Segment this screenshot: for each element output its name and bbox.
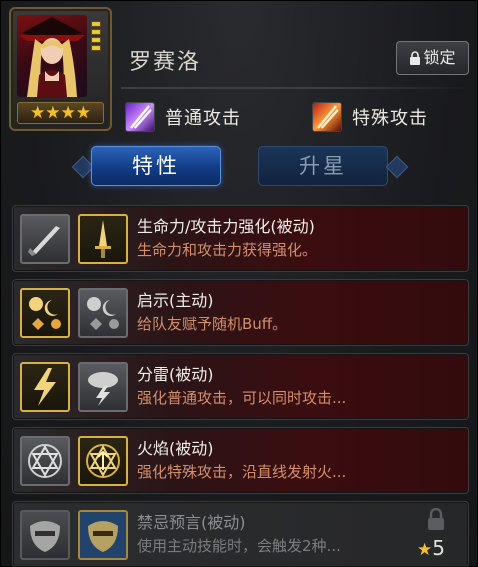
lightning-icon bbox=[20, 362, 70, 412]
trait-description: 给队友赋予随机Buff。 bbox=[137, 315, 288, 333]
fire-slash-icon bbox=[312, 102, 342, 132]
trait-row[interactable]: 启示(主动) 给队友赋予随机Buff。 bbox=[12, 279, 469, 346]
hero-portrait-frame[interactable]: ★★★★ bbox=[9, 7, 112, 131]
mask-icon bbox=[20, 510, 70, 560]
sword-icon bbox=[20, 214, 70, 264]
trait-title: 启示(主动) bbox=[137, 291, 214, 310]
lock-button[interactable]: 锁定 bbox=[396, 41, 469, 75]
trait-title: 生命力/攻击力强化(被动) bbox=[137, 217, 315, 236]
hexagram-icon bbox=[20, 436, 70, 486]
lock-button-label: 锁定 bbox=[423, 48, 456, 67]
trait-title: 火焰(被动) bbox=[137, 439, 214, 458]
lock-icon bbox=[428, 508, 444, 530]
trait-description: 生命力和攻击力获得强化。 bbox=[137, 241, 318, 259]
moon-sun-icon bbox=[20, 288, 70, 338]
unlock-requirement: ★5 bbox=[417, 536, 445, 560]
required-star-count: 5 bbox=[432, 536, 445, 560]
trait-title: 分雷(被动) bbox=[137, 365, 214, 384]
special-attack[interactable]: 特殊攻击 bbox=[312, 101, 428, 133]
trait-row-locked[interactable]: 禁忌预言(被动) 使用主动技能时，会触发2种... ★5 bbox=[12, 501, 469, 567]
hero-portrait bbox=[17, 15, 87, 97]
tab-ornament bbox=[385, 155, 409, 179]
trait-row[interactable]: 生命力/攻击力强化(被动) 生命力和攻击力获得强化。 bbox=[12, 205, 469, 272]
divider bbox=[121, 87, 471, 89]
blade-icon bbox=[78, 214, 128, 264]
trait-description: 强化普通攻击，可以同时攻击... bbox=[137, 389, 347, 407]
tab-star-up[interactable]: 升星 bbox=[258, 146, 388, 186]
trait-row[interactable]: 分雷(被动) 强化普通攻击，可以同时攻击... bbox=[12, 353, 469, 420]
lock-icon bbox=[410, 51, 421, 65]
trait-description: 使用主动技能时，会触发2种... bbox=[137, 537, 341, 555]
mask-icon bbox=[78, 510, 128, 560]
normal-attack-label: 普通攻击 bbox=[165, 108, 241, 129]
trait-row[interactable]: 火焰(被动) 强化特殊攻击，沿直线发射火... bbox=[12, 427, 469, 494]
normal-attack[interactable]: 普通攻击 bbox=[125, 101, 241, 133]
thundercloud-icon bbox=[78, 362, 128, 412]
hero-star-rating: ★★★★ bbox=[17, 102, 104, 124]
rank-indicator bbox=[91, 21, 101, 51]
special-attack-label: 特殊攻击 bbox=[352, 108, 428, 129]
trait-title: 禁忌预言(被动) bbox=[137, 513, 246, 532]
tab-traits[interactable]: 特性 bbox=[91, 146, 221, 186]
hero-trait-panel: ★★★★ 罗赛洛 锁定 普通攻击 特殊攻击 特性 升星 生命力/攻击力强化(被动… bbox=[0, 0, 478, 567]
hero-name: 罗赛洛 bbox=[129, 50, 202, 75]
moon-sun-icon bbox=[78, 288, 128, 338]
trait-description: 强化特殊攻击，沿直线发射火... bbox=[137, 463, 347, 481]
star-icon: ★ bbox=[417, 540, 433, 560]
hexagram-icon bbox=[78, 436, 128, 486]
claw-slash-icon bbox=[125, 102, 155, 132]
